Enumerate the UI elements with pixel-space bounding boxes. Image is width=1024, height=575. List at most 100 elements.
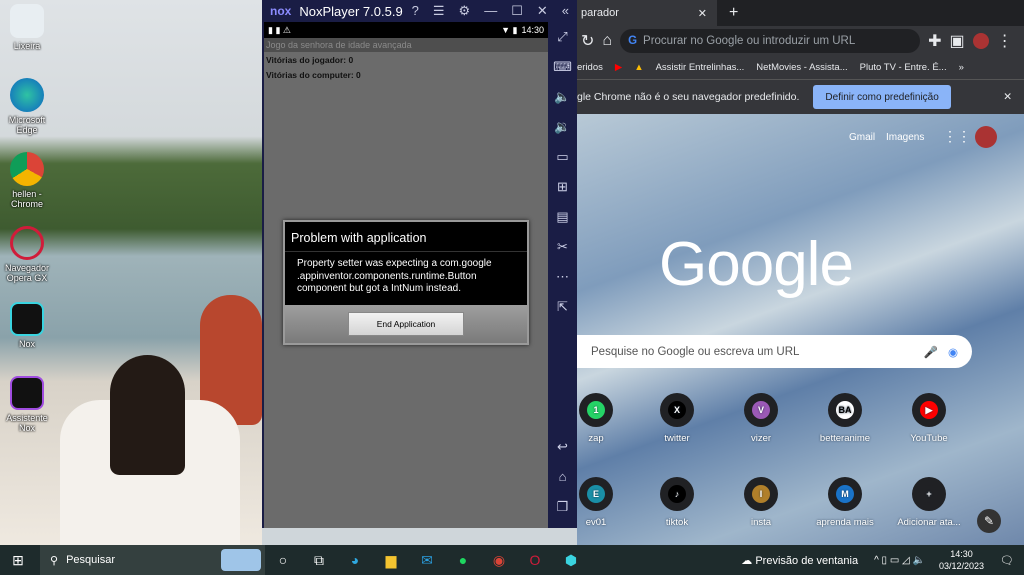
menu-icon[interactable]: ☰ (433, 3, 445, 19)
taskbar-search[interactable]: ⚲ Pesquisar (40, 545, 265, 575)
shortcut-tile[interactable]: BA betteranime (810, 393, 880, 444)
cortana-icon[interactable]: ○ (265, 552, 301, 568)
more-icon[interactable]: ⋮ (997, 31, 1013, 51)
clock[interactable]: 14:30 03/12/2023 (939, 548, 984, 572)
shortcut-icon: X (660, 393, 694, 427)
spotify-icon[interactable]: ● (445, 552, 481, 568)
wifi-icon: ▼ ▮ (501, 24, 518, 35)
bookmark[interactable]: eridos (577, 62, 603, 73)
notification-icon: ▮ ▮ ⚠ (268, 24, 291, 35)
omnibox[interactable]: G Procurar no Google ou introduzir um URL (620, 29, 921, 53)
weather-text: Previsão de ventania (755, 554, 859, 567)
nox-title-bar: nox NoxPlayer 7.0.5.9 ? ☰ ⚙ — ☐ ✕ « (262, 0, 577, 22)
shortcut-icon: I (744, 477, 778, 511)
omnibox-placeholder: Procurar no Google ou introduzir um URL (643, 35, 856, 47)
shortcut-tile[interactable]: Vvizer (726, 393, 796, 444)
maximize-icon[interactable]: ☐ (511, 3, 523, 19)
nox-icon[interactable]: ⬢ (553, 552, 589, 569)
edge-icon[interactable]: ◕ (337, 552, 373, 568)
bookmark[interactable]: Pluto TV - Entre. É... (860, 62, 947, 73)
shortcut-glyph: ♪ (668, 485, 686, 503)
shortcut-glyph: X (668, 401, 686, 419)
shortcut-tile[interactable]: 1 zap (561, 393, 631, 444)
end-application-button[interactable]: End Application (348, 312, 464, 336)
shortcut-glyph: 1 (587, 401, 605, 419)
file-explorer-icon[interactable]: ▆ (373, 552, 409, 569)
notifications-icon[interactable]: 🗨 (1000, 554, 1014, 567)
weather-widget[interactable]: ☁ Previsão de ventania (741, 554, 858, 567)
gmail-link[interactable]: Gmail (849, 132, 875, 143)
help-icon[interactable]: ? (412, 3, 419, 19)
chrome-icon[interactable]: ◉ (481, 552, 517, 569)
bookmark[interactable]: Assistir Entrelinhas... (656, 62, 745, 73)
status-time: 14:30 (521, 25, 544, 35)
shortcut-icon: 1 (579, 393, 613, 427)
profile-avatar[interactable] (975, 126, 997, 148)
clock-time: 14:30 (950, 549, 973, 559)
default-browser-infobar: gle Chrome não é o seu navegador predefi… (577, 80, 1024, 114)
more-bookmarks-icon[interactable]: » (959, 62, 964, 73)
more-icon[interactable]: ⋯ (556, 262, 569, 292)
shortcut-tile[interactable]: Maprenda mais (810, 477, 880, 528)
shortcut-label: tiktok (665, 517, 689, 528)
keyboard-icon[interactable]: ⌨ (553, 52, 572, 82)
screen-icon[interactable]: ▭ (556, 142, 568, 172)
profile-avatar[interactable] (972, 33, 989, 49)
opera-gx-icon (10, 226, 44, 260)
shortcut-tile[interactable]: Xtwitter (642, 393, 712, 444)
app-title: Jogo da senhora de idade avançada (264, 38, 548, 52)
shortcut-tile[interactable]: ▶ YouTube (894, 393, 964, 444)
lens-icon[interactable]: ◉ (948, 345, 958, 359)
search-highlight-icon (221, 549, 261, 571)
extensions-icon[interactable]: ✚ (928, 31, 941, 51)
add-apk-icon[interactable]: ⊞ (557, 172, 568, 202)
minimize-icon[interactable]: — (484, 3, 497, 19)
desktop-icon-recycle-bin[interactable]: Lixeira (4, 4, 50, 51)
close-icon[interactable]: ✕ (537, 3, 548, 19)
close-icon[interactable]: ✕ (1003, 91, 1012, 103)
mic-icon[interactable]: 🎤 (924, 345, 938, 359)
task-view-icon[interactable]: ⧉ (301, 552, 337, 569)
side-panel-icon[interactable]: ▣ (949, 31, 964, 51)
mail-icon[interactable]: ✉ (409, 552, 445, 569)
search-placeholder: Pesquisar (66, 554, 115, 566)
set-default-button[interactable]: Definir como predefinição (813, 85, 951, 109)
scissors-icon[interactable]: ✂ (557, 232, 568, 262)
shortcut-tile[interactable]: ♪ tiktok (642, 477, 712, 528)
reload-icon[interactable]: ↻ (581, 31, 594, 51)
opera-icon[interactable]: O (517, 552, 553, 568)
new-tab-icon[interactable]: + (729, 4, 738, 22)
volume-down-icon[interactable]: 🔉 (554, 112, 570, 142)
shortcut-tile[interactable]: + Adicionar ata... (894, 477, 964, 528)
home-icon[interactable]: ⌂ (602, 32, 612, 50)
drive-icon[interactable]: ▲ (634, 62, 643, 73)
images-link[interactable]: Imagens (886, 132, 924, 143)
desktop-icon-chrome[interactable]: hellen - Chrome (4, 152, 50, 209)
desktop-icon-nox[interactable]: Nox (4, 302, 50, 349)
ntp-search-box[interactable]: Pesquise no Google ou escreva um URL 🎤 ◉ (577, 335, 972, 368)
shortcut-tile[interactable]: Iinsta (726, 477, 796, 528)
desktop-icon-edge[interactable]: Microsoft Edge (4, 78, 50, 135)
multi-instance-icon[interactable]: ▤ (556, 202, 568, 232)
customize-icon[interactable]: ✎ (977, 509, 1001, 533)
shortcut-label: vizer (750, 433, 772, 444)
volume-up-icon[interactable]: 🔈 (554, 82, 570, 112)
desktop-icon-nox-assistant[interactable]: Assistente Nox (4, 376, 50, 433)
system-tray-icons[interactable]: ^ ▯ ▭ ◿ 🔈 (874, 555, 925, 566)
apps-grid-icon[interactable]: ⋮⋮ (943, 128, 971, 145)
error-dialog: Problem with application Property setter… (283, 220, 529, 345)
fullscreen-icon[interactable]: ⤢ (557, 22, 567, 52)
bookmark[interactable]: NetMovies - Assista... (756, 62, 847, 73)
youtube-icon[interactable]: ▶ (615, 62, 622, 73)
bookmarks-bar: eridos ▶ ▲ Assistir Entrelinhas... NetMov… (577, 56, 1024, 80)
close-tab-icon[interactable]: ✕ (698, 7, 707, 20)
tab-active[interactable]: parador ✕ (577, 0, 717, 26)
shortcut-icon: ♪ (660, 477, 694, 511)
nox-sidebar: ⤢ ⌨ 🔈 🔉 ▭ ⊞ ▤ ✂ ⋯ ⇱ ↩ ⌂ ❐ (548, 22, 577, 528)
shortcut-tile[interactable]: Eev01 (561, 477, 631, 528)
windows-start-icon[interactable]: ⊞ (0, 552, 36, 569)
collapse-sidebar-icon[interactable]: « (562, 3, 569, 19)
export-icon[interactable]: ⇱ (557, 292, 568, 322)
desktop-icon-opera-gx[interactable]: Navegador Opera GX (4, 226, 50, 283)
gear-icon[interactable]: ⚙ (459, 3, 471, 19)
